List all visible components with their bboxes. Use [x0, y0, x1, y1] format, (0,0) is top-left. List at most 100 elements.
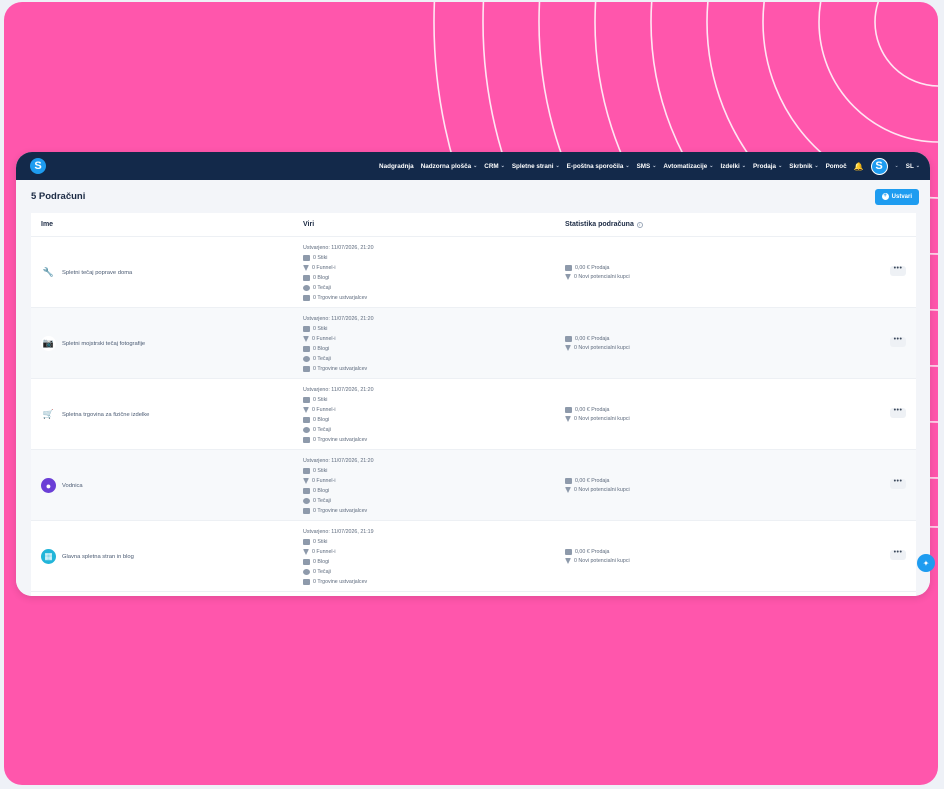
nav-item-sms[interactable]: SMS ⌄: [637, 163, 657, 170]
table-row[interactable]: 🔧 Spletni tečaj poprave doma Ustvarjeno: 1…: [31, 237, 916, 308]
nav-item-pomo-[interactable]: Pomoč: [826, 163, 847, 170]
course-icon: [303, 285, 310, 291]
column-header-name: Ime: [41, 221, 54, 228]
stats-cell: 0,00 € Prodaja 0 Novi potencialni kupci: [565, 308, 630, 379]
source-text: 0 Blogi: [313, 275, 330, 281]
nav-item-avtomatizacije[interactable]: Avtomatizacije ⌄: [663, 163, 713, 170]
funnel-icon: [565, 345, 571, 351]
stat-text: 0 Novi potencialni kupci: [574, 274, 630, 280]
course-icon: [303, 498, 310, 504]
language-selector[interactable]: SL ⌄: [906, 163, 920, 170]
source-text: 0 Stiki: [313, 539, 328, 545]
avatar[interactable]: S: [870, 157, 888, 175]
sources-cell: Ustvarjeno: 11/07/2026, 21:20 0 Stiki 0 Fu…: [303, 314, 374, 374]
blog-icon: [303, 559, 310, 565]
account-cell: 🛒 Spletna trgovina za fizične izdelke: [41, 379, 149, 450]
info-icon[interactable]: i: [636, 221, 643, 228]
column-header-stats-label: Statistika podračuna: [565, 221, 634, 228]
source-item: 0 Funnel-i: [303, 405, 374, 415]
account-cell: 📷 Spletni mojstrski tečaj fotografije: [41, 308, 145, 379]
account-cell: 🔧 Spletni tečaj poprave doma: [41, 237, 132, 308]
source-item: 0 Trgovine ustvarjalcev: [303, 293, 374, 303]
chevron-down-icon: ⌄: [625, 163, 630, 169]
store-icon: [303, 437, 310, 443]
nav-item-prodaja[interactable]: Prodaja ⌄: [753, 163, 782, 170]
source-text: 0 Blogi: [313, 559, 330, 565]
nav-item-izdelki[interactable]: Izdelki ⌄: [721, 163, 746, 170]
nav-item-label: Avtomatizacije: [663, 162, 708, 170]
house-repair-icon: 🔧: [41, 265, 56, 280]
stat-item: 0 Novi potencialni kupci: [565, 416, 630, 422]
stat-item: 0,00 € Prodaja: [565, 336, 630, 342]
stats-cell: 0,00 € Prodaja 0 Novi potencialni kupci: [565, 521, 630, 592]
funnel-icon: [303, 549, 309, 555]
funnel-icon: [565, 487, 571, 493]
source-item: 0 Trgovine ustvarjalcev: [303, 364, 374, 374]
chevron-down-icon[interactable]: ⌄: [895, 163, 899, 169]
more-actions-button[interactable]: •••: [890, 407, 906, 418]
table-row[interactable]: ▦ Glavna spletna stran in blog Ustvarjeno:…: [31, 521, 916, 592]
column-header-sources: Viri: [303, 221, 315, 228]
nav-item-nadzorna-plo-a[interactable]: Nadzorna plošča ⌄: [421, 163, 478, 170]
nav-item-crm[interactable]: CRM ⌄: [484, 163, 505, 170]
nav-item-label: Skrbnik: [789, 162, 813, 170]
account-name[interactable]: Spletni mojstrski tečaj fotografije: [62, 341, 145, 347]
source-item: 0 Tečaji: [303, 425, 374, 435]
created-date: Ustvarjeno: 11/07/2026, 21:20: [303, 458, 374, 464]
source-item: 0 Funnel-i: [303, 334, 374, 344]
assistant-fab-button[interactable]: ✦: [917, 554, 935, 572]
source-text: 0 Blogi: [313, 417, 330, 423]
source-text: 0 Blogi: [313, 346, 330, 352]
stat-text: 0 Novi potencialni kupci: [574, 487, 630, 493]
table-row[interactable]: 📷 Spletni mojstrski tečaj fotografije Ustv…: [31, 308, 916, 379]
more-actions-button[interactable]: •••: [890, 265, 906, 276]
nav-item-label: SMS: [636, 162, 651, 170]
bell-icon[interactable]: 🔔: [854, 162, 864, 171]
more-actions-button[interactable]: •••: [890, 478, 906, 489]
source-item: 0 Trgovine ustvarjalcev: [303, 577, 374, 587]
more-actions-button[interactable]: •••: [890, 549, 906, 560]
source-text: 0 Tečaji: [313, 569, 331, 575]
blog-icon: [303, 417, 310, 423]
main-nav: Nadgradnja Nadzorna plošča ⌄ CRM ⌄ Spletne st…: [379, 157, 920, 175]
blog-icon: [303, 346, 310, 352]
chevron-down-icon: ⌄: [500, 163, 505, 169]
chevron-down-icon: ⌄: [555, 163, 560, 169]
stat-item: 0 Novi potencialni kupci: [565, 487, 630, 493]
nav-item-label: Izdelki: [720, 162, 740, 170]
create-button[interactable]: + Ustvari: [874, 188, 919, 205]
created-date: Ustvarjeno: 11/07/2026, 21:20: [303, 387, 374, 393]
stat-item: 0,00 € Prodaja: [565, 407, 630, 413]
account-name[interactable]: Vodnica: [62, 483, 83, 489]
table-row[interactable]: ● Vodnica Ustvarjeno: 11/07/2026, 21:20 0 S…: [31, 450, 916, 521]
source-text: 0 Trgovine ustvarjalcev: [313, 366, 368, 372]
blog-icon: [303, 275, 310, 281]
contacts-icon: [303, 397, 310, 403]
nav-item-skrbnik[interactable]: Skrbnik ⌄: [789, 163, 818, 170]
pink-background: S Nadgradnja Nadzorna plošča ⌄ CRM ⌄ Spletne …: [4, 2, 938, 785]
account-name[interactable]: Glavna spletna stran in blog: [62, 554, 134, 560]
subaccounts-table: Ime Viri Statistika podračuna i 🔧 Spletni…: [31, 213, 916, 596]
contacts-icon: [303, 255, 310, 261]
table-row[interactable]: 🛒 Spletna trgovina za fizične izdelke Ustv…: [31, 379, 916, 450]
contacts-icon: [303, 326, 310, 332]
nav-item-spletne-strani[interactable]: Spletne strani ⌄: [512, 163, 560, 170]
store-icon: [303, 579, 310, 585]
money-icon: [565, 549, 572, 555]
account-cell: ▦ Glavna spletna stran in blog: [41, 521, 134, 592]
course-icon: [303, 569, 310, 575]
source-text: 0 Tečaji: [313, 498, 331, 504]
created-date: Ustvarjeno: 11/07/2026, 21:20: [303, 245, 374, 251]
account-name[interactable]: Spletna trgovina za fizične izdelke: [62, 412, 149, 418]
source-item: 0 Stiki: [303, 253, 374, 263]
funnel-icon: [303, 336, 309, 342]
nav-item-e-po-tna-sporo-ila[interactable]: E-poštna sporočila ⌄: [567, 163, 630, 170]
brand-logo[interactable]: S: [30, 158, 46, 174]
nav-item-nadgradnja[interactable]: Nadgradnja: [379, 163, 414, 170]
source-item: 0 Trgovine ustvarjalcev: [303, 435, 374, 445]
more-actions-button[interactable]: •••: [890, 336, 906, 347]
sources-cell: Ustvarjeno: 11/07/2026, 21:20 0 Stiki 0 Fu…: [303, 456, 374, 516]
shopping-cart-icon: 🛒: [41, 407, 56, 422]
source-text: 0 Tečaji: [313, 285, 331, 291]
account-name[interactable]: Spletni tečaj poprave doma: [62, 270, 132, 276]
